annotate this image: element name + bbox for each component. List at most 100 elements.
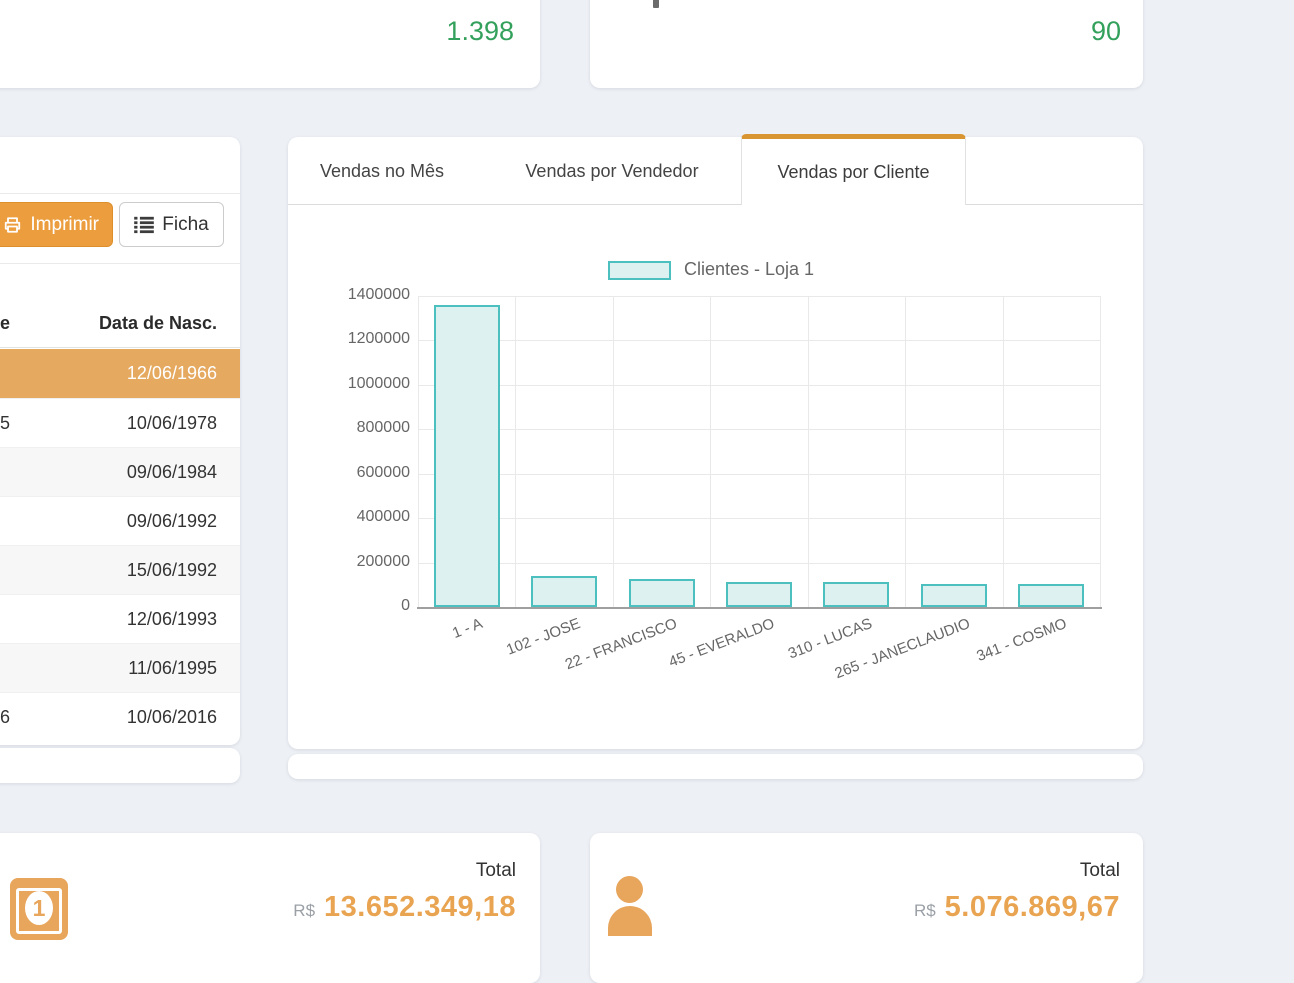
table-row[interactable]: 12/06/1993 [0, 594, 240, 643]
row-birth-date: 10/06/1978 [127, 399, 217, 447]
total-label: Total [476, 860, 516, 882]
gridline-horizontal [418, 340, 1100, 341]
sales-total-value: 13.652.349,18 [324, 891, 516, 924]
y-axis-tick-label: 1000000 [328, 375, 410, 393]
clients-total-amount: R$ 5.076.869,67 [914, 891, 1120, 924]
currency-symbol: R$ [293, 901, 315, 921]
table-header: e Data de Nasc. [0, 300, 240, 348]
gridline-vertical [710, 296, 711, 607]
divider [0, 263, 240, 264]
x-axis-tick-label: 45 - EVERALDO [667, 615, 777, 671]
money-bill-icon: 1 [10, 878, 68, 940]
row-birth-date: 09/06/1984 [127, 448, 217, 496]
chart-bar[interactable] [921, 584, 987, 608]
person-icon-body [608, 906, 652, 936]
sales-chart-card: Vendas no Mês Vendas por Vendedor Vendas p… [288, 137, 1143, 749]
chart-bar[interactable] [629, 579, 695, 607]
printer-icon [3, 216, 22, 234]
legend-label[interactable]: Clientes - Loja 1 [684, 259, 814, 280]
row-birth-date: 12/06/1993 [127, 595, 217, 643]
list-icon [134, 216, 154, 234]
sales-count-card: Vendas 1.398 [0, 0, 540, 88]
tab-3-active[interactable]: Vendas por Cliente [741, 134, 966, 205]
row-birth-date: 12/06/1966 [127, 349, 217, 397]
ficha-button[interactable]: Ficha [119, 202, 224, 247]
sales-count-value: 1.398 [446, 16, 514, 47]
row-birth-date: 11/06/1995 [128, 644, 217, 692]
gridline-horizontal [418, 474, 1100, 475]
row-birth-date: 09/06/1992 [127, 497, 217, 545]
gridline-vertical [613, 296, 614, 607]
y-axis-tick-label: 1200000 [328, 330, 410, 348]
x-axis-tick-label: 341 - COSMO [975, 615, 1070, 665]
movements-count-label: Movimentos [1010, 0, 1121, 6]
legend-swatch[interactable] [608, 261, 671, 280]
gridline-horizontal [418, 518, 1100, 519]
chart-tabs: Vendas no Mês Vendas por Vendedor Vendas p… [288, 137, 1143, 205]
clipboard-icon-fragment [653, 0, 659, 8]
gridline-vertical [905, 296, 906, 607]
row-code-fragment: 5 [0, 399, 10, 447]
clients-total-card: Total R$ 5.076.869,67 [590, 833, 1143, 983]
chart-bar[interactable] [531, 576, 597, 607]
x-axis-tick-label: 22 - FRANCISCO [563, 615, 680, 673]
currency-symbol: R$ [914, 901, 936, 921]
x-axis-line [417, 607, 1102, 609]
tab-1[interactable]: Vendas no Mês [291, 137, 473, 205]
gridline-vertical [1100, 296, 1101, 607]
gridline-horizontal [418, 296, 1100, 297]
y-axis-tick-label: 800000 [328, 419, 410, 437]
chart-bar[interactable] [726, 582, 792, 607]
table-row[interactable]: 6 10/06/2016 [0, 692, 240, 741]
total-label: Total [1080, 860, 1120, 882]
customer-panel: Imprimir Ficha e Data de Nasc. 12/06/196… [0, 137, 240, 745]
person-icon-head [616, 876, 643, 903]
tab-label: Vendas por Cliente [777, 162, 929, 183]
row-birth-date: 10/06/2016 [127, 693, 217, 741]
gridline-horizontal [418, 385, 1100, 386]
ficha-button-label: Ficha [162, 214, 208, 236]
sales-count-label: Vendas [447, 0, 514, 6]
y-axis-tick-label: 0 [328, 597, 410, 615]
movements-count-card: Movimentos 90 [590, 0, 1143, 88]
gridline-horizontal [418, 563, 1100, 564]
column-header-fragment: e [0, 300, 10, 347]
table-row[interactable]: 11/06/1995 [0, 643, 240, 692]
x-axis-tick-label: 1 - A [450, 615, 485, 642]
sales-total-card: 1 Total R$ 13.652.349,18 [0, 833, 540, 983]
chart-bar[interactable] [434, 305, 500, 607]
panel-footer-strip [288, 754, 1143, 779]
person-icon [608, 876, 652, 936]
y-axis-tick-label: 1400000 [328, 286, 410, 304]
panel-footer-strip [0, 748, 240, 783]
gridline-vertical [515, 296, 516, 607]
y-axis-tick-label: 200000 [328, 553, 410, 571]
row-code-fragment: 6 [0, 693, 10, 741]
gridline-horizontal [418, 429, 1100, 430]
print-button[interactable]: Imprimir [0, 202, 113, 247]
print-button-label: Imprimir [30, 214, 99, 236]
tab-label: Vendas no Mês [320, 161, 444, 182]
table-row[interactable]: 12/06/1966 [0, 349, 240, 398]
x-axis-tick-label: 102 - JOSE [504, 615, 582, 659]
sales-total-amount: R$ 13.652.349,18 [293, 891, 516, 924]
gridline-vertical [1003, 296, 1004, 607]
column-header-birth-date[interactable]: Data de Nasc. [99, 300, 217, 347]
divider [0, 193, 240, 194]
tab-label: Vendas por Vendedor [525, 161, 698, 182]
table-row[interactable]: 09/06/1984 [0, 447, 240, 496]
clients-total-value: 5.076.869,67 [945, 891, 1120, 924]
gridline-vertical [808, 296, 809, 607]
money-bill-number: 1 [25, 891, 53, 925]
table-row[interactable]: 5 10/06/1978 [0, 398, 240, 447]
chart-bar[interactable] [1018, 584, 1084, 607]
y-axis-tick-label: 400000 [328, 508, 410, 526]
table-row[interactable]: 09/06/1992 [0, 496, 240, 545]
tab-2[interactable]: Vendas por Vendedor [490, 137, 734, 205]
movements-count-value: 90 [1091, 16, 1121, 47]
customer-table-body: 12/06/1966 5 10/06/197809/06/198409/06/199… [0, 349, 240, 741]
chart-bar[interactable] [823, 582, 889, 607]
row-birth-date: 15/06/1992 [127, 546, 217, 594]
y-axis-tick-label: 600000 [328, 464, 410, 482]
table-row[interactable]: 15/06/1992 [0, 545, 240, 594]
